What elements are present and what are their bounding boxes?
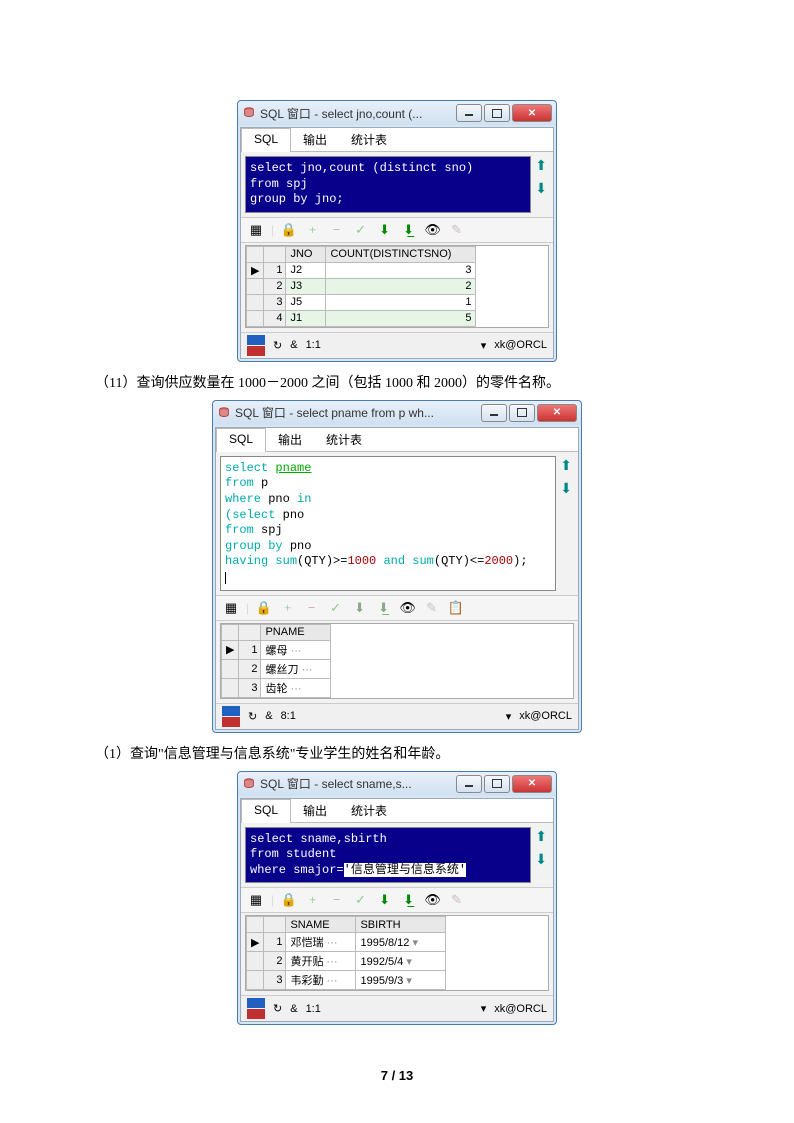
statusbar: ↻ & 1:1 ▾ xk@ORCL <box>241 995 553 1021</box>
result-toolbar: ▦ | 🔒 + − ✓ ⬇ ⬇̲ 👁 ✎ 📋 <box>216 595 578 621</box>
table-row: ▶1邓恺瑞 ···1995/8/12 ▾ <box>247 933 446 952</box>
binoculars-icon[interactable]: 👁 <box>424 891 442 909</box>
lock-icon[interactable]: 🔒 <box>255 599 273 617</box>
refresh-icon[interactable]: ↻ <box>273 1002 282 1015</box>
table-row: 3齿轮 ··· <box>222 678 331 697</box>
sql-window-2: SQL 窗口 - select pname from p wh... ✕ SQL… <box>212 400 582 733</box>
minus-icon[interactable]: − <box>328 891 346 909</box>
grid-icon[interactable]: ▦ <box>222 599 240 617</box>
nav-up-icon[interactable]: ⬆ <box>535 829 547 846</box>
check-icon[interactable]: ✓ <box>352 891 370 909</box>
plus-icon[interactable]: + <box>304 221 322 239</box>
eraser-icon[interactable]: ✎ <box>448 891 466 909</box>
page-number: 7 / 13 <box>0 1068 794 1083</box>
table-row: 2黄开贴 ···1992/5/4 ▾ <box>247 952 446 971</box>
eraser-icon[interactable]: ✎ <box>448 221 466 239</box>
minus-icon[interactable]: − <box>303 599 321 617</box>
maximize-button[interactable] <box>509 404 535 422</box>
titlebar[interactable]: SQL 窗口 - select jno,count (... ✕ <box>238 101 556 125</box>
sql-window-1: SQL 窗口 - select jno,count (... ✕ SQL 输出 … <box>237 100 557 362</box>
sql-editor[interactable]: select jno,count (distinct sno) from spj… <box>245 156 531 213</box>
exec-icon[interactable]: ⬇ <box>351 599 369 617</box>
binoculars-icon[interactable]: 👁 <box>399 599 417 617</box>
nav-down-icon[interactable]: ⬇ <box>560 481 572 498</box>
tab-output[interactable]: 输出 <box>266 428 314 451</box>
tab-sql[interactable]: SQL <box>241 799 291 823</box>
eraser-icon[interactable]: ✎ <box>423 599 441 617</box>
result-toolbar: ▦ | 🔒 + − ✓ ⬇ ⬇̲ 👁 ✎ <box>241 217 553 243</box>
tab-stats[interactable]: 统计表 <box>339 128 399 151</box>
export-icon[interactable]: 📋 <box>447 599 465 617</box>
grid-icon[interactable]: ▦ <box>247 891 265 909</box>
close-button[interactable]: ✕ <box>512 775 552 793</box>
exec-all-icon[interactable]: ⬇̲ <box>400 891 418 909</box>
table-row: ▶1J23 <box>247 262 476 278</box>
lock-icon[interactable]: 🔒 <box>280 891 298 909</box>
exec-icon[interactable]: ⬇ <box>376 891 394 909</box>
result-grid[interactable]: JNOCOUNT(DISTINCTSNO) ▶1J23 2J32 3J51 4J… <box>246 246 476 327</box>
refresh-icon[interactable]: ↻ <box>248 710 257 723</box>
nav-up-icon[interactable]: ⬆ <box>535 158 547 175</box>
maximize-button[interactable] <box>484 104 510 122</box>
minimize-button[interactable] <box>456 104 482 122</box>
exec-all-icon[interactable]: ⬇̲ <box>375 599 393 617</box>
table-row: 3J51 <box>247 294 476 310</box>
db-icon <box>217 406 231 420</box>
question-11: （11）查询供应数量在 1000－2000 之间（包括 1000 和 2000）… <box>95 372 794 392</box>
binoculars-icon[interactable]: 👁 <box>424 221 442 239</box>
exec-all-icon[interactable]: ⬇̲ <box>400 221 418 239</box>
plus-icon[interactable]: + <box>304 891 322 909</box>
table-row: 4J15 <box>247 310 476 326</box>
question-1: （1）查询"信息管理与信息系统"专业学生的姓名和年龄。 <box>95 743 794 763</box>
tab-stats[interactable]: 统计表 <box>314 428 374 451</box>
lock-icon[interactable]: 🔒 <box>280 221 298 239</box>
sql-editor[interactable]: select pname from p where pno in (select… <box>220 456 556 591</box>
nav-down-icon[interactable]: ⬇ <box>535 852 547 869</box>
grid-icon[interactable]: ▦ <box>247 221 265 239</box>
sql-editor[interactable]: select sname,sbirth from student where s… <box>245 827 531 884</box>
minimize-button[interactable] <box>481 404 507 422</box>
sql-window-3: SQL 窗口 - select sname,s... ✕ SQL 输出 统计表 … <box>237 771 557 1026</box>
result-toolbar: ▦ | 🔒 + − ✓ ⬇ ⬇̲ 👁 ✎ <box>241 887 553 913</box>
tab-stats[interactable]: 统计表 <box>339 799 399 822</box>
plus-icon[interactable]: + <box>279 599 297 617</box>
exec-icon[interactable]: ⬇ <box>376 221 394 239</box>
window-title: SQL 窗口 - select sname,s... <box>260 775 456 792</box>
table-row: 2J32 <box>247 278 476 294</box>
window-title: SQL 窗口 - select jno,count (... <box>260 105 456 122</box>
titlebar[interactable]: SQL 窗口 - select sname,s... ✕ <box>238 772 556 796</box>
tab-sql[interactable]: SQL <box>216 428 266 452</box>
statusbar: ↻ & 8:1 ▾ xk@ORCL <box>216 703 578 729</box>
db-icon <box>242 106 256 120</box>
close-button[interactable]: ✕ <box>512 104 552 122</box>
table-row: 2螺丝刀 ··· <box>222 659 331 678</box>
window-title: SQL 窗口 - select pname from p wh... <box>235 404 481 421</box>
check-icon[interactable]: ✓ <box>352 221 370 239</box>
table-row: ▶1螺母 ··· <box>222 640 331 659</box>
result-grid[interactable]: PNAME ▶1螺母 ··· 2螺丝刀 ··· 3齿轮 ··· <box>221 624 331 698</box>
nav-up-icon[interactable]: ⬆ <box>560 458 572 475</box>
tab-sql[interactable]: SQL <box>241 128 291 152</box>
minus-icon[interactable]: − <box>328 221 346 239</box>
titlebar[interactable]: SQL 窗口 - select pname from p wh... ✕ <box>213 401 581 425</box>
nav-down-icon[interactable]: ⬇ <box>535 181 547 198</box>
table-row: 3韦彩勤 ···1995/9/3 ▾ <box>247 971 446 990</box>
result-grid[interactable]: SNAMESBIRTH ▶1邓恺瑞 ···1995/8/12 ▾ 2黄开贴 ··… <box>246 916 446 990</box>
check-icon[interactable]: ✓ <box>327 599 345 617</box>
maximize-button[interactable] <box>484 775 510 793</box>
refresh-icon[interactable]: ↻ <box>273 339 282 352</box>
minimize-button[interactable] <box>456 775 482 793</box>
close-button[interactable]: ✕ <box>537 404 577 422</box>
statusbar: ↻ & 1:1 ▾ xk@ORCL <box>241 332 553 358</box>
tab-output[interactable]: 输出 <box>291 128 339 151</box>
tab-output[interactable]: 输出 <box>291 799 339 822</box>
db-icon <box>242 777 256 791</box>
